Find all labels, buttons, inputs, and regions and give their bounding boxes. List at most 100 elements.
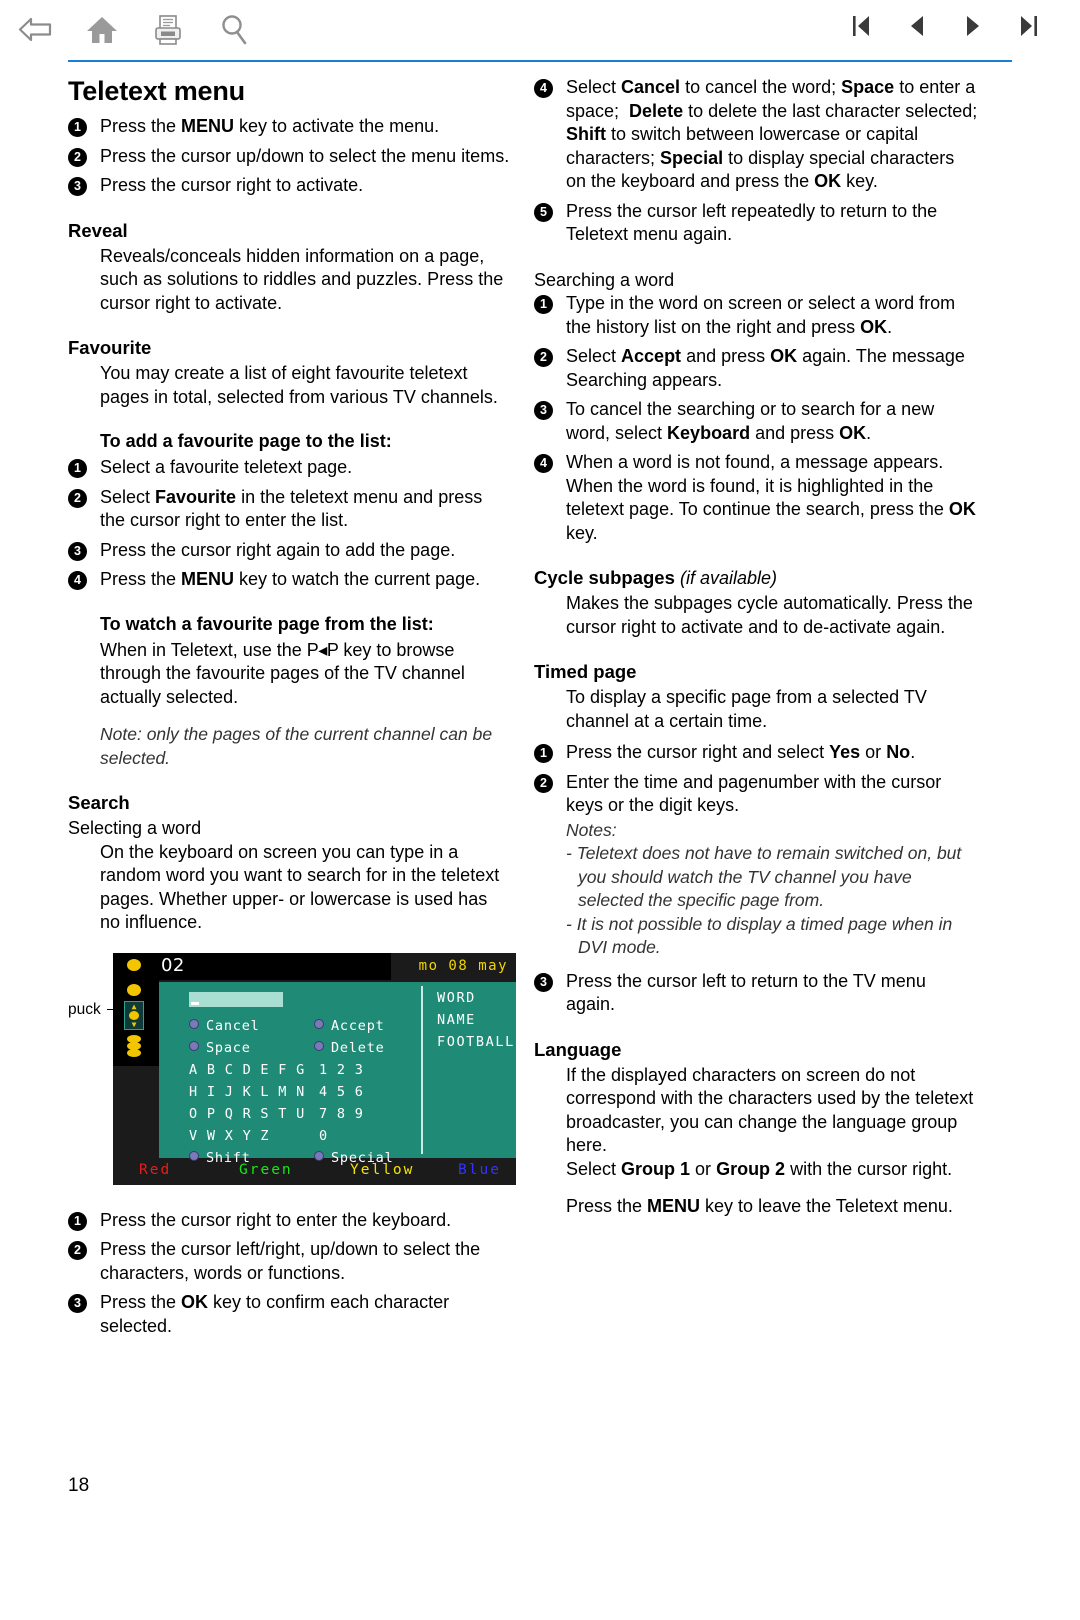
subheading-add-favourite: To add a favourite page to the list: [100, 431, 392, 451]
rail-dot-icon [127, 983, 141, 996]
list-item: 1 Select a favourite teletext page. [68, 456, 512, 480]
option-label: Delete [331, 1039, 385, 1056]
intro-steps-list: 1 Press the MENU key to activate the men… [68, 115, 512, 198]
list-item: 4 When a word is not found, a message ap… [534, 451, 978, 545]
puck-callout-label: puck [68, 1000, 101, 1018]
text-caret [191, 1001, 199, 1005]
timed-page-note: - Teletext does not have to remain switc… [566, 843, 962, 910]
print-icon[interactable] [146, 8, 190, 52]
next-page-icon[interactable] [958, 10, 988, 42]
favourite-note: Note: only the pages of the current chan… [100, 724, 493, 768]
list-item: 3 To cancel the searching or to search f… [534, 398, 978, 445]
first-page-icon[interactable] [846, 10, 876, 42]
step-number: 1 [534, 744, 553, 763]
step-text: Press the cursor left repeatedly to retu… [566, 200, 938, 245]
teletext-word-input[interactable] [189, 991, 283, 1007]
color-button-yellow[interactable]: Yellow [350, 1162, 414, 1178]
step-number: 4 [68, 571, 87, 590]
search-icon[interactable] [212, 8, 256, 52]
history-item[interactable]: FOOTBALL [437, 1034, 515, 1050]
step-number: 2 [534, 348, 553, 367]
timed-page-notes-label: Notes: [566, 819, 617, 840]
list-item: 3 Press the OK key to confirm each chara… [68, 1291, 512, 1338]
list-item: 1 Press the cursor right and select Yes … [534, 741, 978, 765]
list-item: 2 Select Accept and press OK again. The … [534, 345, 978, 392]
left-column: Teletext menu 1 Press the MENU key to ac… [68, 62, 516, 1344]
reveal-body: Reveals/conceals hidden information on a… [100, 245, 504, 313]
list-item: 1 Press the MENU key to activate the men… [68, 115, 512, 139]
teletext-option-space[interactable]: Space [189, 1040, 251, 1056]
step-text: Press the cursor right to enter the keyb… [100, 1209, 452, 1230]
keyboard-row-4[interactable]: V W X Y Z [189, 1128, 269, 1144]
list-item: 2 Select Favourite in the teletext menu … [68, 486, 512, 533]
step-number: 2 [534, 773, 553, 793]
step-number: 2 [68, 488, 87, 508]
previous-page-icon[interactable] [902, 10, 932, 42]
step-number: 2 [68, 147, 87, 167]
history-item[interactable]: NAME [437, 1012, 476, 1028]
cycle-subpages-body: Makes the subpages cycle automatically. … [566, 593, 973, 637]
step-text: Type in the word on screen or select a w… [566, 293, 956, 337]
color-button-red[interactable]: Red [139, 1162, 171, 1178]
cycle-subpages-suffix: (if available) [680, 568, 778, 588]
cycle-subpages-title: Cycle subpages [534, 567, 675, 588]
digit-row-3[interactable]: 7 8 9 [319, 1106, 364, 1122]
language-select: Select Group 1 or Group 2 with the curso… [566, 1158, 953, 1179]
step-text: Press the cursor up/down to select the m… [100, 145, 510, 166]
list-item: 2 Press the cursor left/right, up/down t… [68, 1238, 512, 1285]
step-number: 3 [68, 1294, 87, 1313]
step-number: 4 [534, 79, 553, 98]
teletext-figure: puck mo 08 may 17:08:39 102 ▲ ▼ [68, 952, 516, 1185]
section-heading-timed-page: Timed page [534, 661, 637, 682]
color-button-blue[interactable]: Blue [458, 1162, 501, 1178]
last-page-icon[interactable] [1014, 10, 1044, 42]
option-bullet-icon [314, 1040, 324, 1051]
digit-row-2[interactable]: 4 5 6 [319, 1084, 364, 1100]
digit-row-1[interactable]: 1 2 3 [319, 1062, 364, 1078]
search-after-steps: 1 Press the cursor right to enter the ke… [68, 1209, 512, 1339]
continued-steps-list: 4 Select Cancel to cancel the word; Spac… [534, 76, 978, 247]
puck-indicator[interactable]: ▲ ▼ [124, 1000, 144, 1030]
timed-page-body: To display a specific page from a select… [566, 687, 927, 731]
language-leave: Press the MENU key to leave the Teletext… [566, 1196, 953, 1216]
digit-row-4[interactable]: 0 [319, 1128, 328, 1144]
puck-dot-icon [129, 1010, 139, 1020]
searching-steps-list: 1 Type in the word on screen or select a… [534, 292, 978, 545]
section-heading-language: Language [534, 1038, 622, 1060]
step-number: 1 [68, 118, 87, 137]
section-heading-reveal: Reveal [68, 219, 128, 241]
keyboard-row-2[interactable]: H I J K L M N [189, 1084, 305, 1100]
history-item[interactable]: WORD [437, 990, 476, 1006]
step-text: Press the cursor right to activate. [100, 175, 364, 195]
list-item: 4 Press the MENU key to watch the curren… [68, 568, 512, 592]
step-number: 2 [68, 1241, 87, 1260]
teletext-keyboard-panel: Cancel Accept Space Delete A B C D E F G… [159, 981, 516, 1166]
color-button-green[interactable]: Green [239, 1162, 293, 1178]
list-item: 3 Press the cursor right again to add th… [68, 539, 512, 563]
teletext-option-cancel[interactable]: Cancel [189, 1018, 260, 1034]
keyboard-row-3[interactable]: O P Q R S T U [189, 1106, 305, 1122]
rail-dot-icon [127, 958, 141, 971]
language-body: If the displayed characters on screen do… [566, 1064, 974, 1156]
section-heading-search: Search [68, 792, 130, 813]
step-text: When a word is not found, a message appe… [566, 452, 976, 543]
step-number: 3 [534, 401, 553, 420]
timed-page-final-step: 3 Press the cursor left to return to the… [534, 970, 978, 1017]
keyboard-row-1[interactable]: A B C D E F G [189, 1062, 305, 1078]
step-text: Press the OK key to confirm each charact… [100, 1292, 450, 1336]
teletext-option-accept[interactable]: Accept [314, 1018, 385, 1034]
teletext-option-delete[interactable]: Delete [314, 1040, 385, 1056]
teletext-datetime: mo 08 may 17:08:39 [391, 952, 516, 1001]
step-text: Press the cursor right again to add the … [100, 539, 456, 560]
home-icon[interactable] [80, 8, 124, 52]
back-arrow-icon[interactable] [14, 8, 58, 52]
step-text: Enter the time and pagenumber with the c… [566, 771, 942, 816]
option-label: Cancel [206, 1017, 260, 1034]
step-text: Press the cursor left to return to the T… [566, 970, 926, 1015]
page-content: Teletext menu 1 Press the MENU key to ac… [0, 62, 1080, 1562]
panel-divider [421, 985, 423, 1154]
pp-key-label: P◂P [306, 639, 339, 660]
step-text: Select a favourite teletext page. [100, 457, 353, 477]
add-favourite-steps: 1 Select a favourite teletext page. 2 Se… [68, 456, 512, 592]
list-item: 2 Press the cursor up/down to select the… [68, 145, 512, 169]
